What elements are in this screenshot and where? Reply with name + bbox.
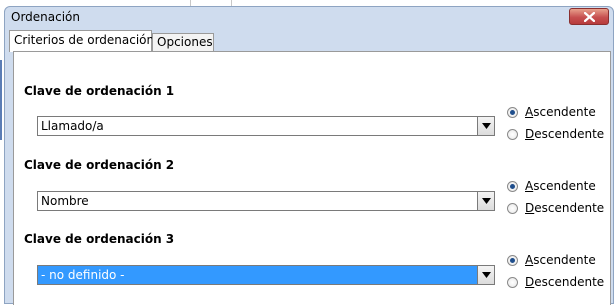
background-edge bbox=[0, 60, 2, 140]
radio-button[interactable] bbox=[507, 277, 518, 288]
title-bar[interactable]: Ordenación bbox=[5, 7, 613, 27]
chevron-down-icon bbox=[482, 123, 491, 129]
accelerator-letter: A bbox=[525, 253, 534, 267]
accelerator-letter: D bbox=[525, 127, 535, 141]
sort-key-1-dropdown-button[interactable] bbox=[477, 116, 495, 136]
radio-label: scendente bbox=[533, 179, 596, 193]
radio-button-checked[interactable] bbox=[507, 181, 518, 192]
close-icon bbox=[584, 12, 595, 22]
sort-key-2-dropdown-button[interactable] bbox=[477, 191, 495, 211]
radio-button[interactable] bbox=[507, 129, 518, 140]
sort-key-1-value: Llamado/a bbox=[41, 119, 104, 133]
chevron-down-icon bbox=[482, 198, 491, 204]
dialog-title: Ordenación bbox=[11, 10, 81, 24]
accelerator-letter: D bbox=[525, 201, 535, 215]
sort-key-3-select[interactable]: - no definido - bbox=[37, 265, 495, 285]
close-button[interactable] bbox=[569, 8, 609, 25]
radio-label: escendente bbox=[534, 275, 605, 289]
radio-label: escendente bbox=[534, 201, 605, 215]
radio-button-checked[interactable] bbox=[507, 107, 518, 118]
sort-dialog: Ordenación Criterios de ordenación Opcio… bbox=[4, 6, 614, 305]
sort-key-3-value: - no definido - bbox=[41, 268, 125, 282]
sort-key-2-label: Clave de ordenación 2 bbox=[24, 158, 175, 172]
radio-label: scendente bbox=[533, 105, 596, 119]
radio-label: escendente bbox=[534, 127, 605, 141]
sort-key-1-select[interactable]: Llamado/a bbox=[37, 116, 495, 136]
tab-criterios[interactable]: Criterios de ordenación bbox=[9, 30, 154, 52]
radio-button[interactable] bbox=[507, 203, 518, 214]
tab-opciones[interactable]: Opciones bbox=[152, 33, 214, 51]
sort-key-3-dropdown-button[interactable] bbox=[477, 265, 495, 285]
accelerator-letter: D bbox=[525, 275, 535, 289]
sort-key-1-label: Clave de ordenación 1 bbox=[24, 84, 175, 98]
radio-button-checked[interactable] bbox=[507, 255, 518, 266]
sort-key-3-label: Clave de ordenación 3 bbox=[24, 232, 175, 246]
chevron-down-icon bbox=[482, 272, 491, 278]
sort-key-2-select[interactable]: Nombre bbox=[37, 191, 495, 211]
accelerator-letter: A bbox=[525, 179, 534, 193]
sort-key-2-value: Nombre bbox=[41, 194, 89, 208]
criteria-panel: Clave de ordenación 1 Llamado/a Ascenden… bbox=[13, 51, 611, 305]
radio-label: scendente bbox=[533, 253, 596, 267]
accelerator-letter: A bbox=[525, 105, 534, 119]
